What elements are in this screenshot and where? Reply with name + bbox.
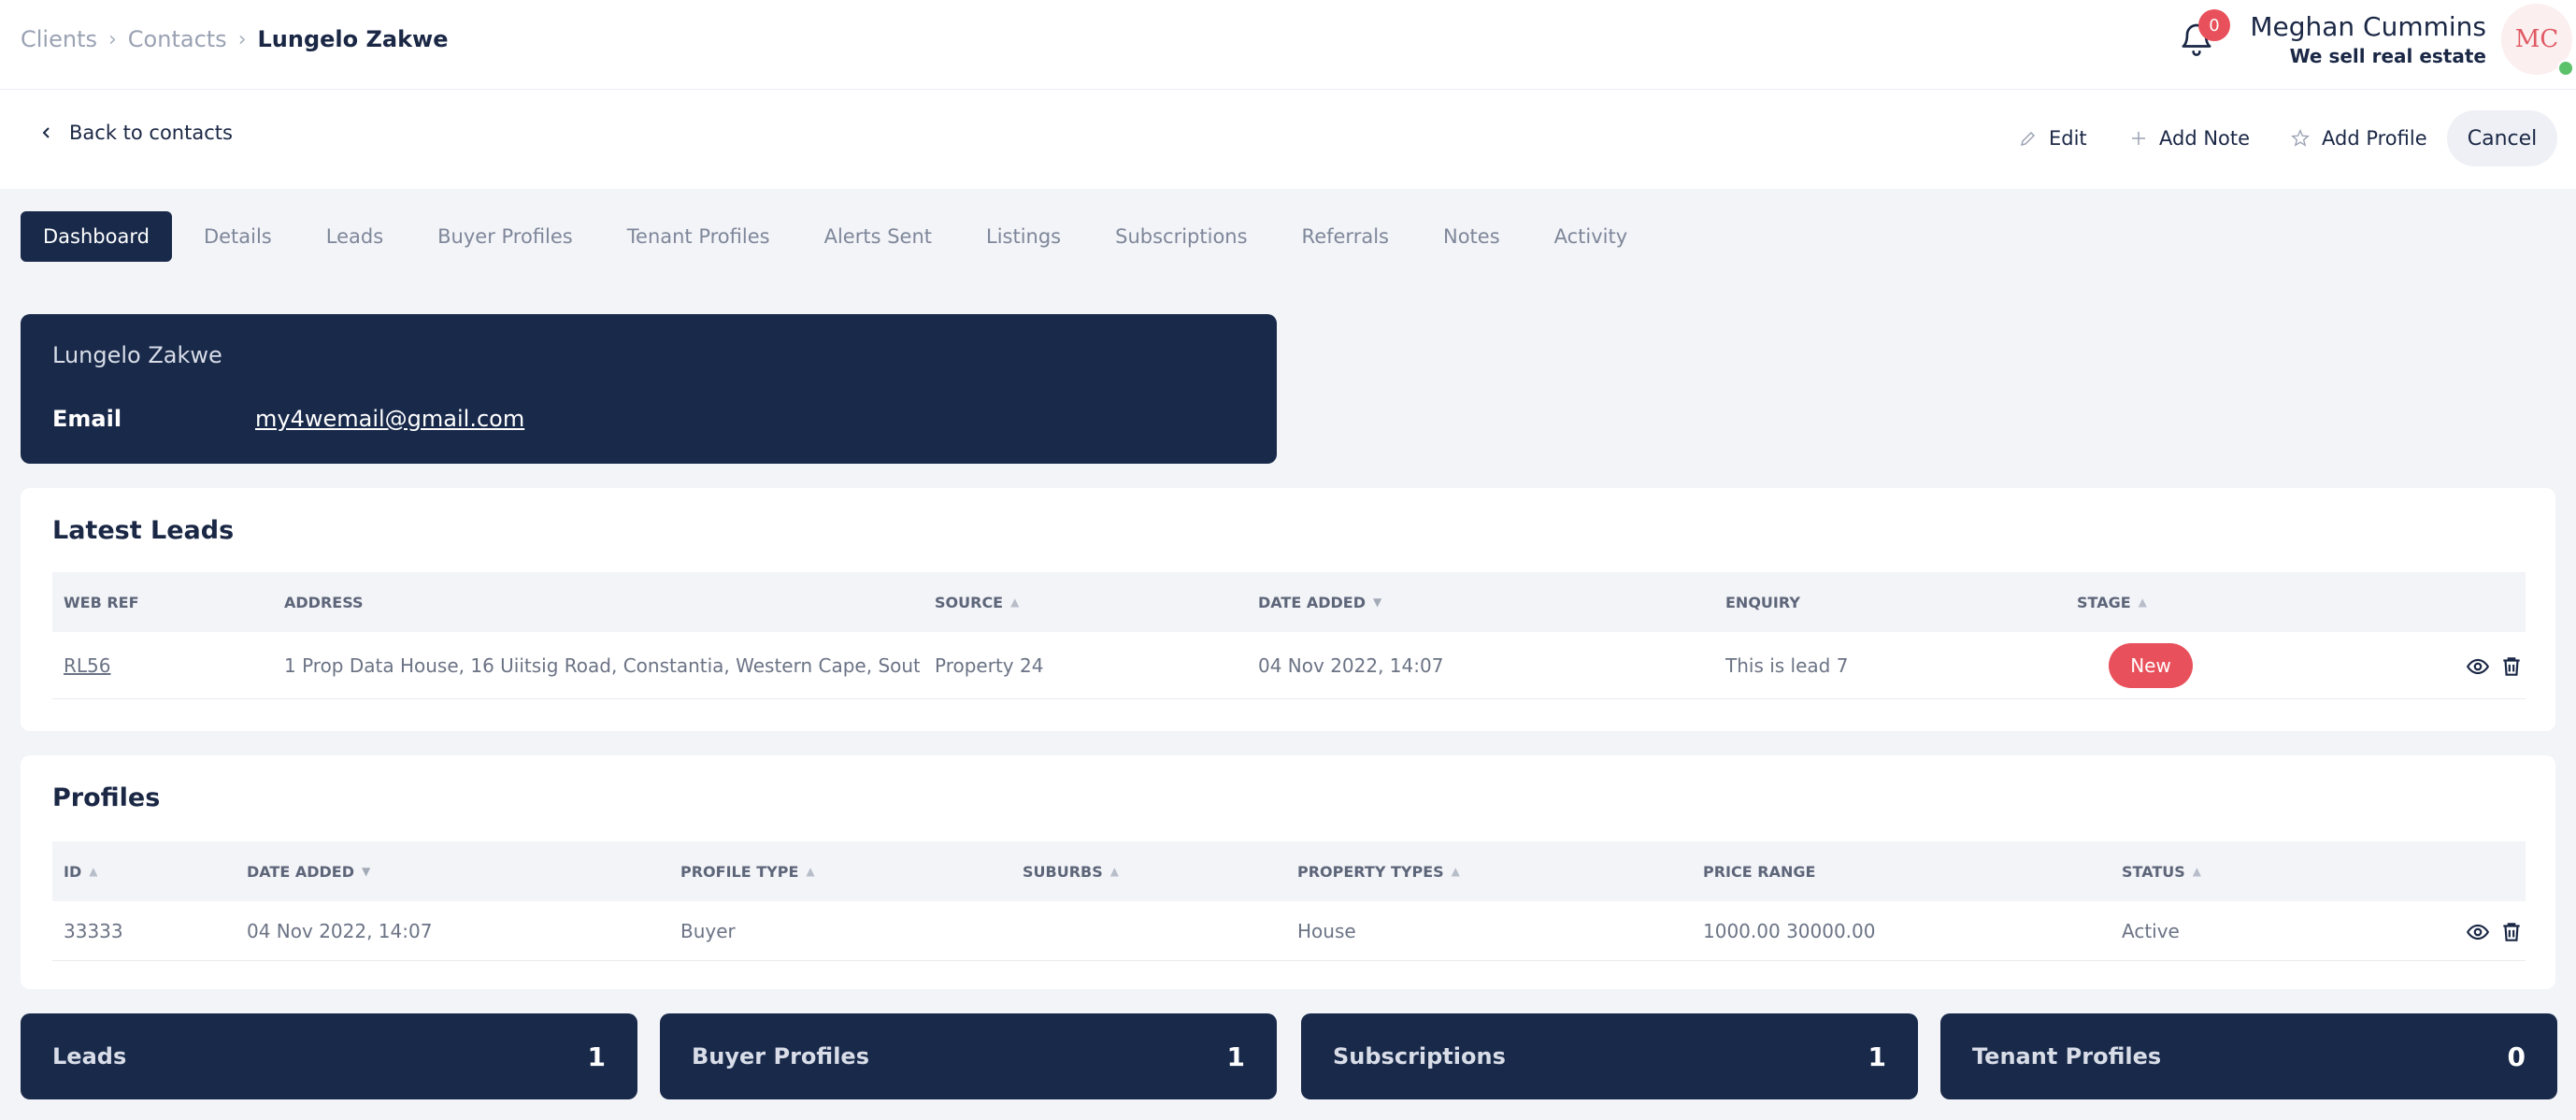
col-address: ADDRESS xyxy=(284,593,364,611)
stat-card-tenant-profiles[interactable]: Tenant Profiles 0 xyxy=(1940,1013,2557,1099)
plus-icon xyxy=(2132,132,2145,145)
lead-enquiry: This is lead 7 xyxy=(1725,654,1849,677)
add-profile-label: Add Profile xyxy=(2322,127,2427,150)
tab-details[interactable]: Details xyxy=(181,211,294,262)
col-property-types[interactable]: PROPERTY TYPES ▲︎ xyxy=(1297,841,1460,901)
trash-icon[interactable] xyxy=(2499,920,2524,944)
tab-bar: Dashboard Details Leads Buyer Profiles T… xyxy=(21,211,1659,262)
stat-card-leads[interactable]: Leads 1 xyxy=(21,1013,637,1099)
col-enquiry: ENQUIRY xyxy=(1725,593,1800,611)
breadcrumb-contacts[interactable]: Contacts xyxy=(128,26,227,52)
eye-icon[interactable] xyxy=(2466,654,2490,679)
lead-web-ref[interactable]: RL56 xyxy=(64,632,111,699)
col-source[interactable]: SOURCE ▲︎ xyxy=(935,572,1019,632)
chevron-left-icon xyxy=(42,127,50,138)
stage-badge: New xyxy=(2109,643,2193,688)
col-id[interactable]: ID ▲︎ xyxy=(64,841,97,901)
eye-icon[interactable] xyxy=(2466,920,2490,944)
trash-icon[interactable] xyxy=(2499,654,2524,679)
latest-leads-title: Latest Leads xyxy=(52,516,235,545)
sort-icon: ▲︎ xyxy=(806,865,815,878)
col-suburbs[interactable]: SUBURBS ▲︎ xyxy=(1023,841,1119,901)
stat-label: Buyer Profiles xyxy=(692,1043,869,1070)
edit-button[interactable]: Edit xyxy=(2019,118,2087,159)
back-to-contacts-link[interactable]: Back to contacts xyxy=(41,122,233,144)
user-company: We sell real estate xyxy=(2289,45,2486,67)
tab-tenant-profiles[interactable]: Tenant Profiles xyxy=(605,211,793,262)
profiles-title: Profiles xyxy=(52,783,161,812)
tab-dashboard[interactable]: Dashboard xyxy=(21,211,172,262)
col-stage[interactable]: STAGE ▲︎ xyxy=(2077,572,2147,632)
breadcrumb-clients[interactable]: Clients xyxy=(21,26,97,52)
latest-leads-panel: Latest Leads WEB REF ADDRESS SOURCE ▲︎ DA… xyxy=(21,488,2555,731)
sort-icon: ▲︎ xyxy=(1010,596,1020,609)
stat-card-subscriptions[interactable]: Subscriptions 1 xyxy=(1301,1013,1918,1099)
user-name: Meghan Cummins xyxy=(2250,11,2486,42)
table-row: 33333 04 Nov 2022, 14:07 Buyer House 100… xyxy=(52,901,2526,961)
table-row: RL56 1 Prop Data House, 16 Uiitsig Road,… xyxy=(52,632,2526,699)
tab-activity[interactable]: Activity xyxy=(1532,211,1651,262)
stat-card-buyer-profiles[interactable]: Buyer Profiles 1 xyxy=(660,1013,1277,1099)
profile-price-range: 1000.00 30000.00 xyxy=(1703,920,1876,942)
tab-buyer-profiles[interactable]: Buyer Profiles xyxy=(415,211,595,262)
tab-leads[interactable]: Leads xyxy=(304,211,406,262)
stat-value: 1 xyxy=(1226,1041,1245,1072)
profiles-table-header: ID ▲︎ DATE ADDED ▼︎ PROFILE TYPE ▲︎ SUBURBS… xyxy=(52,841,2526,901)
profiles-panel: Profiles ID ▲︎ DATE ADDED ▼︎ PROFILE TYPE ▲… xyxy=(21,755,2555,989)
stat-value: 1 xyxy=(587,1041,606,1072)
email-label: Email xyxy=(52,406,122,432)
sort-icon: ▲︎ xyxy=(1109,865,1119,878)
col-profile-type[interactable]: PROFILE TYPE ▲︎ xyxy=(680,841,815,901)
sort-desc-icon: ▼︎ xyxy=(362,865,371,878)
tab-referrals[interactable]: Referrals xyxy=(1280,211,1411,262)
contact-name: Lungelo Zakwe xyxy=(52,342,222,368)
edit-label: Edit xyxy=(2049,127,2087,150)
profile-property-types: House xyxy=(1297,920,1356,942)
profile-id: 33333 xyxy=(64,920,123,942)
chevron-right-icon: › xyxy=(107,27,117,51)
breadcrumb: Clients › Contacts › Lungelo Zakwe xyxy=(21,0,449,79)
breadcrumb-current: Lungelo Zakwe xyxy=(257,26,449,52)
add-note-button[interactable]: Add Note xyxy=(2129,118,2250,159)
top-bar: Clients › Contacts › Lungelo Zakwe 0 Meg… xyxy=(0,0,2576,90)
add-profile-button[interactable]: Add Profile xyxy=(2290,118,2427,159)
profile-type: Buyer xyxy=(680,920,736,942)
col-date-added[interactable]: DATE ADDED ▼︎ xyxy=(1258,572,1381,632)
lead-source: Property 24 xyxy=(935,654,1044,677)
email-link[interactable]: my4wemail@gmail.com xyxy=(255,406,524,432)
back-label: Back to contacts xyxy=(69,122,233,144)
stat-label: Tenant Profiles xyxy=(1972,1043,2162,1070)
tab-subscriptions[interactable]: Subscriptions xyxy=(1093,211,1269,262)
profile-status: Active xyxy=(2122,920,2180,942)
sort-icon: ▲︎ xyxy=(1451,865,1460,878)
col-date-added[interactable]: DATE ADDED ▼︎ xyxy=(247,841,370,901)
stat-value: 1 xyxy=(1868,1041,1886,1072)
leads-table-header: WEB REF ADDRESS SOURCE ▲︎ DATE ADDED ▼︎ EN… xyxy=(52,572,2526,632)
sort-icon: ▲︎ xyxy=(2192,865,2201,878)
sort-desc-icon: ▼︎ xyxy=(1373,596,1382,609)
tab-alerts-sent[interactable]: Alerts Sent xyxy=(802,211,954,262)
col-price-range: PRICE RANGE xyxy=(1703,862,1816,881)
contact-card: Lungelo Zakwe Email my4wemail@gmail.com xyxy=(21,314,1277,464)
profile-date-added: 04 Nov 2022, 14:07 xyxy=(247,920,433,942)
lead-address: 1 Prop Data House, 16 Uiitsig Road, Cons… xyxy=(284,654,920,677)
col-status[interactable]: STATUS ▲︎ xyxy=(2122,841,2201,901)
col-web-ref: WEB REF xyxy=(64,593,139,611)
star-icon xyxy=(2291,129,2310,147)
chevron-right-icon: › xyxy=(237,27,247,51)
pencil-icon xyxy=(2020,131,2036,147)
action-bar: Back to contacts Edit Add Note Add Profi… xyxy=(0,90,2576,189)
online-status-indicator xyxy=(2557,60,2574,77)
sort-icon: ▲︎ xyxy=(2138,596,2147,609)
tab-notes[interactable]: Notes xyxy=(1421,211,1523,262)
cancel-button[interactable]: Cancel xyxy=(2447,110,2557,166)
notification-badge: 0 xyxy=(2198,9,2230,41)
stat-label: Leads xyxy=(52,1043,127,1070)
tab-listings[interactable]: Listings xyxy=(964,211,1083,262)
stat-label: Subscriptions xyxy=(1333,1043,1506,1070)
add-note-label: Add Note xyxy=(2159,127,2251,150)
lead-date-added: 04 Nov 2022, 14:07 xyxy=(1258,654,1444,677)
sort-icon: ▲︎ xyxy=(89,865,98,878)
stat-value: 0 xyxy=(2507,1041,2526,1072)
